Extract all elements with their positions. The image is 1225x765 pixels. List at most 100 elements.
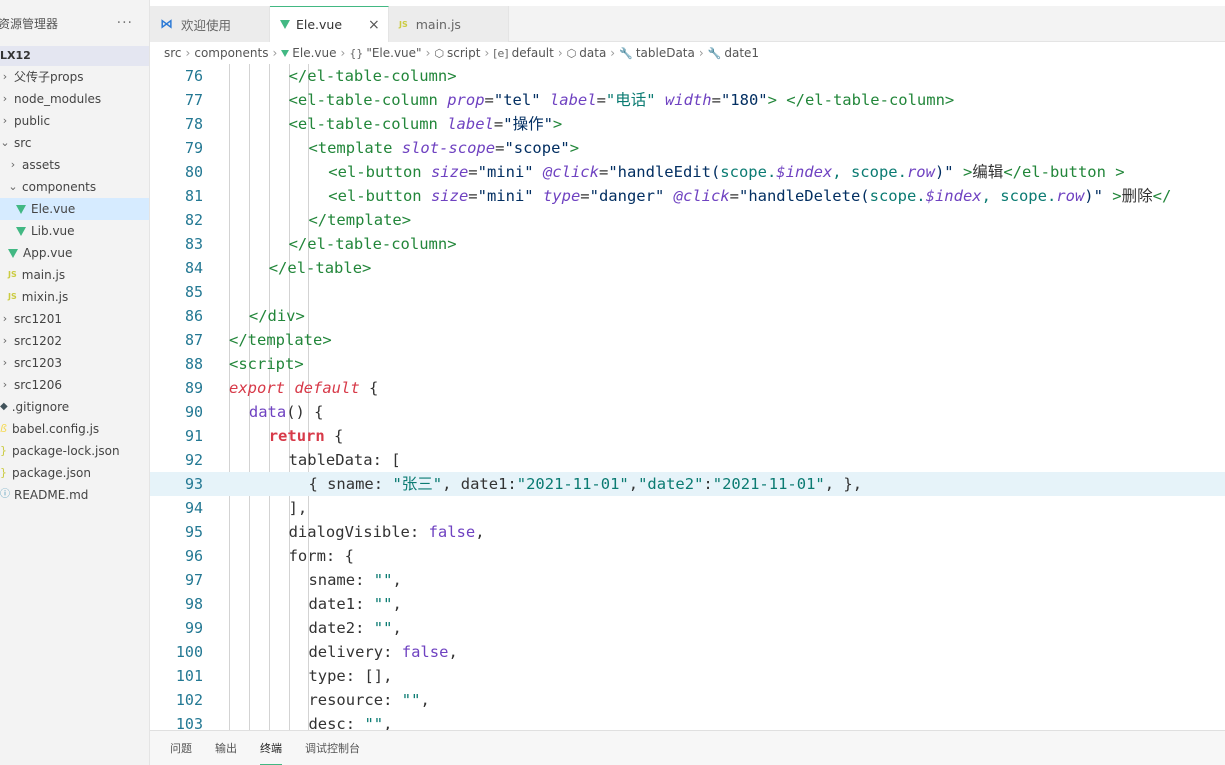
symbol-icon: ⬡ xyxy=(566,47,577,60)
code-line[interactable]: 91 return { xyxy=(150,424,1225,448)
more-actions-icon[interactable]: ··· xyxy=(117,15,133,31)
tree-item-node-modules[interactable]: › node_modules xyxy=(0,88,149,110)
tree-item-package-lock-json[interactable]: } package-lock.json xyxy=(0,440,149,462)
code-editor[interactable]: 76 </el-table-column> 77 <el-table-column p… xyxy=(150,64,1225,730)
code-line[interactable]: 95 dialogVisible: false, xyxy=(150,520,1225,544)
project-folder[interactable]: LX12 xyxy=(0,46,149,66)
vue-file-icon xyxy=(281,50,290,57)
code-token: return xyxy=(268,427,325,445)
code-content: </template> xyxy=(308,208,411,232)
tree-item-mixin-js[interactable]: JS mixin.js xyxy=(0,286,149,308)
breadcrumb-item[interactable]: ⬡ data xyxy=(567,46,607,60)
tree-item-src1206[interactable]: › src1206 xyxy=(0,374,149,396)
code-line[interactable]: 99 date2: "", xyxy=(150,616,1225,640)
line-number: 101 xyxy=(175,667,203,685)
code-line[interactable]: 89 export default { xyxy=(150,376,1225,400)
chevron-right-icon: › xyxy=(2,312,8,325)
code-line[interactable]: 96 form: { xyxy=(150,544,1225,568)
code-line[interactable]: 83 </el-table-column> xyxy=(150,232,1225,256)
tree-item-package-json[interactable]: } package.json xyxy=(0,462,149,484)
code-line[interactable]: 87 </template> xyxy=(150,328,1225,352)
code-line[interactable]: 85 xyxy=(150,280,1225,304)
line-number: 100 xyxy=(175,643,203,661)
breadcrumb-item[interactable]: 🔧 date1 xyxy=(708,46,759,60)
tree-item-components[interactable]: ⌄ components xyxy=(0,176,149,198)
code-token: </el-button > xyxy=(1003,163,1125,181)
code-content: <template slot-scope="scope"> xyxy=(308,136,579,160)
code-token: , date1: xyxy=(442,475,517,493)
breadcrumb-item[interactable]: Ele.vue xyxy=(281,46,337,60)
code-token: , xyxy=(392,571,402,589)
tree-item-src1201[interactable]: › src1201 xyxy=(0,308,149,330)
tree-item-src1203[interactable]: › src1203 xyxy=(0,352,149,374)
code-line[interactable]: 78 <el-table-column label="操作"> xyxy=(150,112,1225,136)
code-line[interactable]: 92 tableData: [ xyxy=(150,448,1225,472)
tree-item-app-vue[interactable]: App.vue xyxy=(0,242,149,264)
breadcrumb-item[interactable]: ⬡ script xyxy=(434,46,480,60)
breadcrumb-label: script xyxy=(446,46,481,60)
code-line[interactable]: 103 desc: "", xyxy=(150,712,1225,730)
tree-item-gitignore[interactable]: ◆ .gitignore xyxy=(0,396,149,418)
tree-item-readme-md[interactable]: ⓘ README.md xyxy=(0,484,149,506)
code-token: "handleEdit( xyxy=(608,163,721,181)
breadcrumb-separator-icon: › xyxy=(185,46,191,60)
breadcrumb-item[interactable]: src xyxy=(164,46,182,60)
tree-item-assets[interactable]: › assets xyxy=(0,154,149,176)
code-line[interactable]: 88 <script> xyxy=(150,352,1225,376)
code-token: scope. xyxy=(720,163,777,181)
tree-item-lib-vue[interactable]: Lib.vue xyxy=(0,220,149,242)
code-token: ], xyxy=(288,499,308,517)
symbol-icon: 🔧 xyxy=(707,47,722,60)
panel-tab[interactable]: 调试控制台 xyxy=(305,731,360,765)
code-line[interactable]: 80 <el-button size="mini" @click="handleE… xyxy=(150,160,1225,184)
code-line[interactable]: 98 date1: "", xyxy=(150,592,1225,616)
code-line[interactable]: 93{ sname: "张三", date1:"2021-11-01","dat… xyxy=(150,472,1225,496)
breadcrumb-item[interactable]: 🔧 tableData xyxy=(619,46,695,60)
close-icon[interactable]: × xyxy=(368,17,380,33)
breadcrumb-item[interactable]: {} "Ele.vue" xyxy=(349,46,421,60)
code-line[interactable]: 97 sname: "", xyxy=(150,568,1225,592)
code-line[interactable]: 101 type: [], xyxy=(150,664,1225,688)
panel-tab[interactable]: 问题 xyxy=(170,731,192,765)
code-line[interactable]: 84 </el-table> xyxy=(150,256,1225,280)
tree-item-main-js[interactable]: JS main.js xyxy=(0,264,149,286)
tree-item-babel-config-js[interactable]: ß babel.config.js xyxy=(0,418,149,440)
code-line[interactable]: 102 resource: "", xyxy=(150,688,1225,712)
tab-welcome[interactable]: ⋈ 欢迎使用 xyxy=(150,6,270,42)
code-content: date2: "", xyxy=(308,616,401,640)
tab-main-js[interactable]: JS main.js xyxy=(389,6,509,42)
explorer-header: 资源管理器 ··· xyxy=(0,0,149,46)
code-line[interactable]: 77 <el-table-column prop="tel" label="电话"… xyxy=(150,88,1225,112)
code-line[interactable]: 76 </el-table-column> xyxy=(150,64,1225,88)
breadcrumb-item[interactable]: components xyxy=(194,46,268,60)
breadcrumb-item[interactable]: [e] default xyxy=(493,46,554,60)
tree-item-src[interactable]: ⌄ src xyxy=(0,132,149,154)
tab-ele-vue[interactable]: Ele.vue × xyxy=(270,6,389,42)
panel-tab[interactable]: 终端 xyxy=(260,731,282,765)
code-line[interactable]: 81 <el-button size="mini" type="danger" @… xyxy=(150,184,1225,208)
code-token: tableData: [ xyxy=(288,451,401,469)
tree-item-label: src1202 xyxy=(14,334,63,348)
code-token: )" xyxy=(1084,187,1103,205)
tree-item-label: public xyxy=(14,114,51,128)
code-line[interactable]: 79 <template slot-scope="scope"> xyxy=(150,136,1225,160)
code-token: label xyxy=(549,91,597,109)
code-line[interactable]: 82 </template> xyxy=(150,208,1225,232)
code-content: export default { xyxy=(229,376,378,400)
code-line[interactable]: 100 delivery: false, xyxy=(150,640,1225,664)
code-content: <el-table-column label="操作"> xyxy=(289,112,563,136)
code-token: > xyxy=(569,139,580,157)
tree-item-ele-vue[interactable]: Ele.vue xyxy=(0,198,149,220)
tree-item-public[interactable]: › public xyxy=(0,110,149,132)
panel-tab[interactable]: 输出 xyxy=(215,731,237,765)
code-line[interactable]: 90 data() { xyxy=(150,400,1225,424)
tree-item-props[interactable]: › 父传子props xyxy=(0,66,149,88)
code-line[interactable]: 86 </div> xyxy=(150,304,1225,328)
tree-item-src1202[interactable]: › src1202 xyxy=(0,330,149,352)
code-token: scope. xyxy=(869,187,926,205)
code-line[interactable]: 94], xyxy=(150,496,1225,520)
js-file-icon: JS xyxy=(8,292,17,301)
symbol-icon: ⬡ xyxy=(434,47,444,60)
tree-item-label: mixin.js xyxy=(21,290,69,304)
